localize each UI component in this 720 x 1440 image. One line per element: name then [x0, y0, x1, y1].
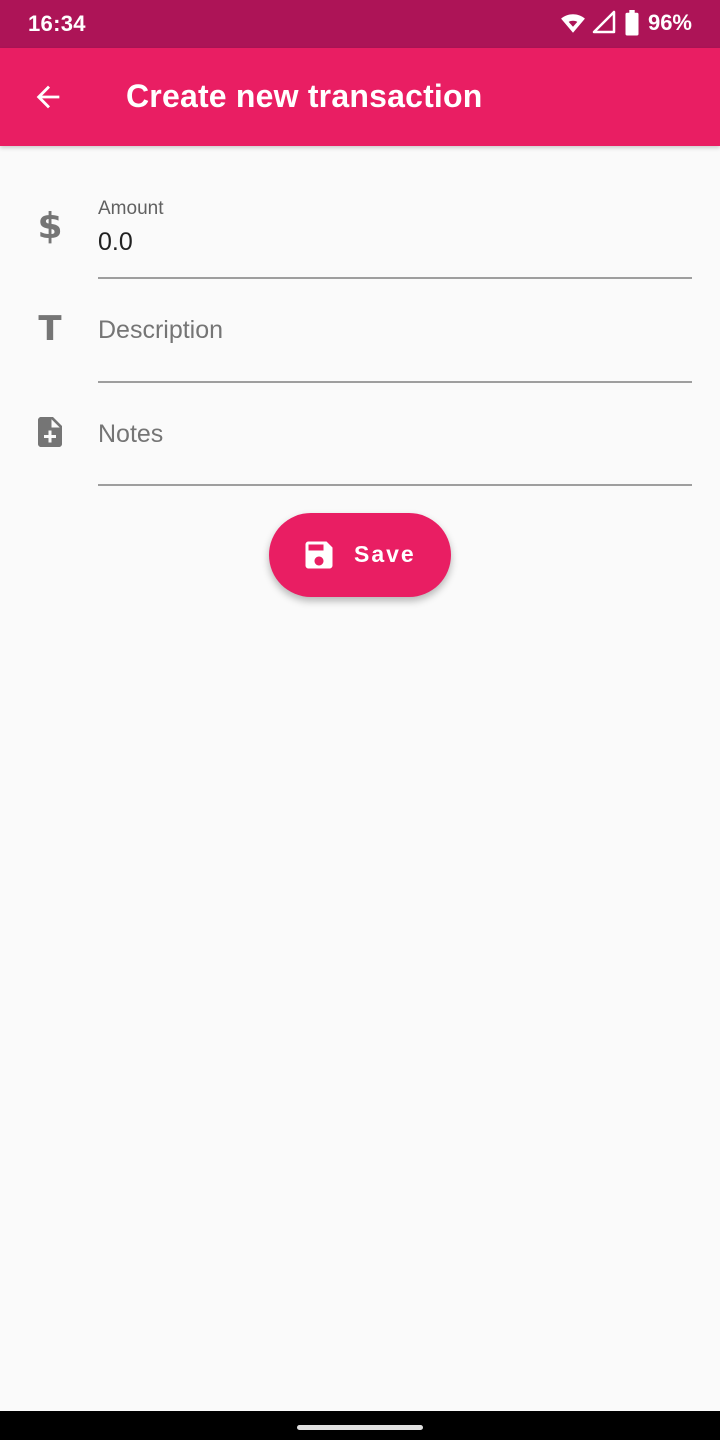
wifi-icon — [560, 10, 586, 36]
arrow-back-icon — [36, 85, 60, 109]
home-indicator[interactable] — [297, 1425, 423, 1430]
amount-value: 0.0 — [98, 228, 133, 256]
battery-percentage: 96% — [647, 10, 692, 35]
note-add-icon — [30, 412, 70, 452]
status-bar: 16:34 96% — [0, 0, 720, 48]
amount-label: Amount — [98, 198, 164, 219]
status-icons: 96% — [560, 10, 692, 36]
status-time: 16:34 — [28, 11, 86, 36]
dollar-icon: $ — [37, 205, 63, 247]
signal-icon — [592, 10, 618, 36]
page-title: Create new transaction — [126, 78, 483, 114]
back-button[interactable] — [24, 73, 72, 121]
save-button[interactable]: Save — [269, 513, 451, 597]
save-icon — [301, 537, 337, 573]
description-placeholder: Description — [98, 316, 224, 344]
navigation-bar — [0, 1411, 720, 1440]
description-field[interactable]: Description — [98, 292, 692, 383]
app-bar: Create new transaction — [0, 48, 720, 146]
amount-row: $ Amount 0.0 — [0, 190, 720, 280]
save-button-label: Save — [354, 541, 416, 567]
battery-icon — [624, 10, 640, 36]
notes-row: Notes — [0, 396, 720, 488]
description-row: T Description — [0, 292, 720, 384]
text-icon: T — [38, 309, 62, 349]
notes-placeholder: Notes — [98, 420, 164, 448]
notes-field[interactable]: Notes — [98, 396, 692, 486]
amount-field[interactable]: Amount 0.0 — [98, 190, 692, 279]
